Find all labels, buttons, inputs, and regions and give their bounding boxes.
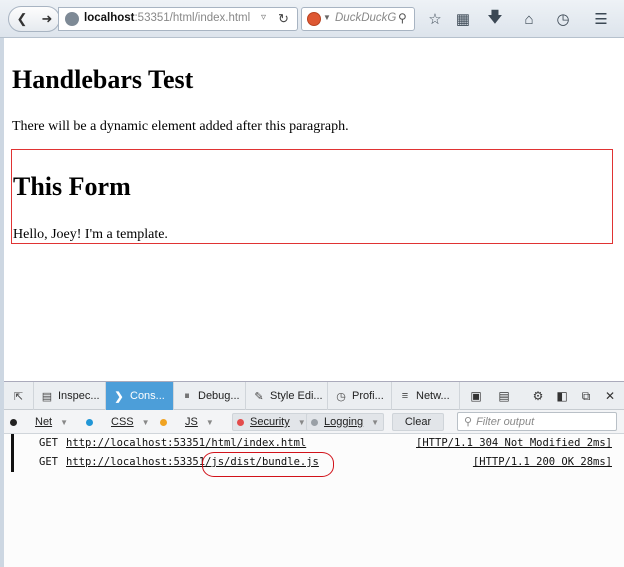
history-icon[interactable]: ◷ bbox=[553, 9, 573, 29]
arrow-left-icon: ❮ bbox=[16, 11, 28, 26]
url-path: :53351/html/index.html bbox=[134, 12, 251, 24]
search-icon: ⚲ bbox=[464, 416, 473, 428]
filter-security-button[interactable]: Security ▼ bbox=[232, 413, 311, 431]
log-method: GET bbox=[39, 456, 58, 468]
template-container: This Form Hello, Joey! I'm a template. bbox=[11, 149, 613, 244]
arrow-right-icon: ➜ bbox=[41, 11, 53, 26]
search-engine-dropdown-icon[interactable]: ▼ bbox=[323, 13, 331, 22]
tab-style-editor[interactable]: ✎ Style Edi... bbox=[246, 382, 328, 410]
network-icon: ≡ bbox=[401, 390, 409, 402]
greeting-text: Hello, Joey! I'm a template. bbox=[13, 227, 168, 242]
dock-side-icon[interactable]: ◧ bbox=[552, 382, 572, 410]
tab-label: Profi... bbox=[352, 390, 384, 402]
log-status-link[interactable]: [HTTP/1.1 304 Not Modified 2ms] bbox=[416, 437, 612, 449]
filter-js-button[interactable]: JS ▼ bbox=[160, 413, 214, 431]
console-filter-bar: Net ▼ CSS ▼ JS ▼ Security ▼ Logging ▼ Clear ⚲… bbox=[4, 410, 624, 434]
filter-output-input[interactable]: ⚲ Filter output bbox=[457, 412, 617, 431]
browser-toolbar: ❮ ➜ localhost:53351/html/index.html ▿ ↻ … bbox=[0, 0, 624, 38]
filter-security-label: Security bbox=[250, 416, 290, 428]
downloads-icon[interactable]: 🡇 bbox=[485, 9, 505, 29]
red-annotation-circle bbox=[202, 452, 334, 477]
clear-button[interactable]: Clear bbox=[392, 413, 444, 431]
form-title: This Form bbox=[13, 172, 131, 201]
filter-net-button[interactable]: Net ▼ bbox=[10, 413, 68, 431]
search-icon[interactable]: ⚲ bbox=[398, 11, 407, 25]
js-dot-icon bbox=[160, 418, 167, 426]
tab-label: Inspec... bbox=[58, 390, 100, 402]
filter-logging-button[interactable]: Logging ▼ bbox=[306, 413, 385, 431]
inspector-icon: ▤ bbox=[41, 390, 53, 403]
element-picker-button[interactable]: ⇱ bbox=[4, 382, 34, 410]
filter-js-label: JS bbox=[185, 416, 198, 428]
undock-window-icon[interactable]: ⧉ bbox=[576, 382, 596, 410]
chevron-down-icon[interactable]: ▼ bbox=[60, 418, 68, 427]
tab-label: Debug... bbox=[198, 390, 240, 402]
tab-label: Cons... bbox=[130, 390, 165, 402]
debugger-icon: ⏸ bbox=[184, 389, 190, 402]
clear-label: Clear bbox=[404, 416, 432, 428]
search-input[interactable]: DuckDuckG bbox=[335, 12, 397, 24]
style-editor-icon: ✎ bbox=[254, 390, 264, 403]
css-dot-icon bbox=[86, 418, 93, 426]
url-bar[interactable]: localhost:53351/html/index.html ▿ ↻ bbox=[58, 7, 298, 31]
settings-gear-icon[interactable]: ⚙ bbox=[528, 382, 548, 410]
url-host: localhost bbox=[84, 12, 135, 24]
tab-inspector[interactable]: ▤ Inspec... bbox=[34, 382, 106, 410]
home-icon[interactable]: ⌂ bbox=[519, 9, 539, 29]
filter-net-label: Net bbox=[35, 416, 53, 428]
page-title: Handlebars Test bbox=[12, 65, 194, 94]
profiler-icon: ◷ bbox=[336, 390, 346, 403]
logging-dot-icon bbox=[311, 418, 318, 426]
nav-buttons: ❮ ➜ bbox=[8, 6, 60, 32]
filter-css-label: CSS bbox=[111, 416, 134, 428]
chevron-down-icon[interactable]: ▼ bbox=[206, 418, 214, 427]
menu-icon[interactable]: ☰ bbox=[591, 9, 611, 29]
bookmark-star-icon[interactable]: ☆ bbox=[425, 9, 445, 29]
url-history-dropdown-icon[interactable]: ▿ bbox=[261, 12, 266, 23]
log-marker bbox=[11, 453, 14, 472]
tab-console[interactable]: ❯ Cons... bbox=[106, 382, 174, 410]
tab-profiler[interactable]: ◷ Profi... bbox=[328, 382, 392, 410]
intro-paragraph: There will be a dynamic element added af… bbox=[12, 119, 349, 134]
console-icon: ❯ bbox=[114, 390, 124, 403]
filter-logging-label: Logging bbox=[324, 416, 364, 428]
chevron-down-icon[interactable]: ▼ bbox=[298, 418, 306, 427]
filter-css-button[interactable]: CSS ▼ bbox=[86, 413, 150, 431]
split-console-icon[interactable]: ▣ bbox=[466, 382, 486, 410]
log-url-link[interactable]: http://localhost:53351/html/index.html bbox=[66, 437, 306, 449]
search-bar[interactable]: ▼ DuckDuckG ⚲ bbox=[301, 7, 415, 31]
log-method: GET bbox=[39, 437, 58, 449]
page-content: Handlebars Test There will be a dynamic … bbox=[4, 39, 624, 381]
tab-network[interactable]: ≡ Netw... bbox=[392, 382, 460, 410]
reload-icon[interactable]: ↻ bbox=[278, 11, 289, 27]
chevron-down-icon[interactable]: ▼ bbox=[142, 418, 150, 427]
filter-placeholder: Filter output bbox=[476, 415, 535, 428]
responsive-design-icon[interactable]: ▤ bbox=[494, 382, 514, 410]
close-devtools-icon[interactable]: ✕ bbox=[600, 382, 620, 410]
url-text[interactable]: localhost:53351/html/index.html bbox=[84, 12, 250, 24]
chevron-down-icon[interactable]: ▼ bbox=[371, 418, 379, 427]
forward-button[interactable]: ➜ bbox=[34, 7, 60, 31]
globe-icon bbox=[65, 12, 79, 26]
log-status-link[interactable]: [HTTP/1.1 200 OK 28ms] bbox=[473, 456, 612, 468]
log-row[interactable]: GET http://localhost:53351/html/index.ht… bbox=[4, 434, 624, 453]
tab-debugger[interactable]: ⏸ Debug... bbox=[174, 382, 246, 410]
tab-label: Netw... bbox=[416, 390, 450, 402]
net-dot-icon bbox=[10, 418, 17, 426]
duckduckgo-icon[interactable] bbox=[307, 12, 321, 26]
element-picker-icon: ⇱ bbox=[13, 390, 24, 403]
reading-list-icon[interactable]: ▦ bbox=[453, 9, 473, 29]
devtools-tab-bar: ⇱ ▤ Inspec... ❯ Cons... ⏸ Debug... ✎ Style E… bbox=[4, 382, 624, 410]
security-dot-icon bbox=[237, 418, 244, 426]
back-button[interactable]: ❮ bbox=[9, 7, 35, 31]
log-marker bbox=[11, 434, 14, 453]
tab-label: Style Edi... bbox=[270, 390, 323, 402]
